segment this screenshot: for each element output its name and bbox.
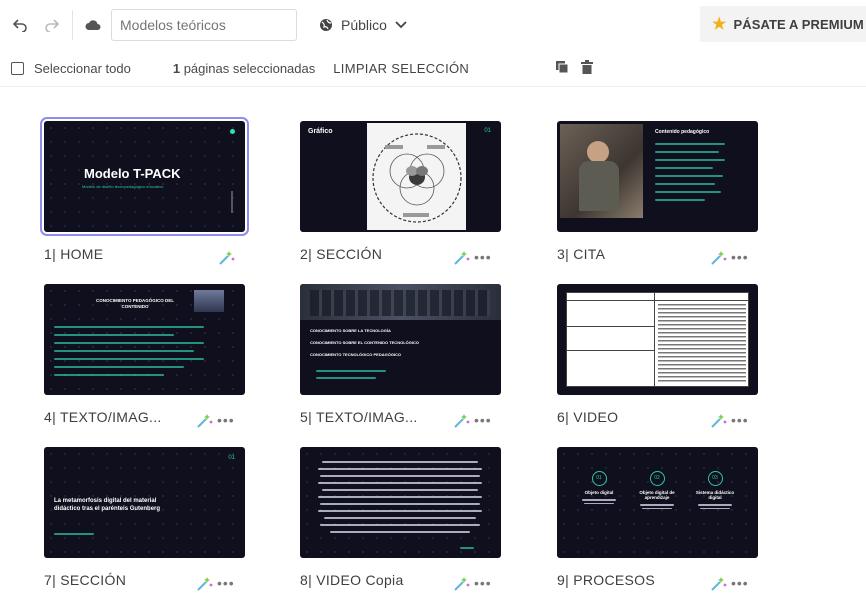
page-thumbnail-8[interactable] (300, 447, 501, 558)
more-options-icon[interactable]: ••• (474, 249, 492, 265)
clear-selection-button[interactable]: LIMPIAR SELECCIÓN (333, 61, 469, 76)
cloud-icon[interactable] (81, 13, 105, 37)
star-icon: ★ (712, 16, 727, 33)
toolbar-separator (0, 86, 866, 87)
top-toolbar: Público ★ PÁSATE A PREMIUM (0, 0, 866, 50)
page-thumbnail-6[interactable] (557, 284, 758, 395)
more-options-icon[interactable]: ••• (731, 249, 749, 265)
more-options-icon[interactable]: ••• (731, 575, 749, 591)
magic-wand-icon[interactable] (218, 249, 236, 265)
slide-heading: CONOCIMIENTO PEDAGÓGICO DEL CONTENIDO (96, 298, 174, 309)
step-number: 03 (707, 471, 723, 486)
toolbar-divider (72, 10, 73, 40)
selection-actions (555, 60, 593, 74)
globe-icon (320, 19, 332, 31)
visibility-dropdown[interactable]: Público (319, 17, 407, 33)
magic-wand-icon[interactable] (196, 412, 214, 428)
magic-wand-icon[interactable] (453, 412, 471, 428)
magic-wand-icon[interactable] (710, 412, 728, 428)
slide-title: La metamorfosis digital del material did… (54, 498, 161, 512)
magic-wand-icon[interactable] (196, 575, 214, 591)
page-thumbnail-3[interactable]: Contenido pedagógico (557, 121, 758, 232)
document-title-input[interactable] (111, 9, 297, 41)
page-label-7: 7| SECCIÓN (44, 572, 127, 588)
undo-icon[interactable] (8, 13, 32, 37)
slide-item-3: CONOCIMIENTO TECNOLÓGICO PEDAGÓGICO (310, 352, 402, 357)
page-label-8: 8| VIDEO Copia (300, 572, 404, 588)
step-number: 02 (649, 471, 665, 486)
page-thumbnail-4[interactable]: CONOCIMIENTO PEDAGÓGICO DEL CONTENIDO (44, 284, 245, 395)
page-label-3: 3| CITA (557, 246, 606, 262)
process-step-1: 01 Objeto digital (579, 471, 619, 504)
page-thumbnail-2[interactable]: Gráfico 01 (300, 121, 501, 232)
slide-subtitle: Modelo de diseño tecnopedagógico educati… (82, 184, 164, 189)
select-all-checkbox[interactable] (11, 61, 24, 75)
step-title: Sistema didáctico digital (695, 490, 735, 500)
more-options-icon[interactable]: ••• (474, 575, 492, 591)
trash-icon[interactable] (581, 60, 593, 74)
page-thumbnail-5[interactable]: CONOCIMIENTO SOBRE LA TECNOLOGÍA CONOCIM… (300, 284, 501, 395)
selection-bar: Seleccionar todo 1 páginas seleccionadas… (0, 54, 866, 82)
selected-count-text: páginas seleccionadas (183, 60, 316, 76)
slide-item-1: CONOCIMIENTO SOBRE LA TECNOLOGÍA (310, 328, 391, 333)
more-options-icon[interactable]: ••• (731, 412, 749, 428)
more-options-icon[interactable]: ••• (217, 575, 235, 591)
step-number: 01 (591, 471, 607, 486)
page-label-2: 2| SECCIÓN (300, 246, 383, 262)
step-title: Objeto digital de aprendizaje (639, 490, 675, 500)
step-title: Objeto digital (584, 490, 614, 495)
magic-wand-icon[interactable] (453, 249, 471, 265)
magic-wand-icon[interactable] (710, 575, 728, 591)
magic-wand-icon[interactable] (453, 575, 471, 591)
page-label-4: 4| TEXTO/IMAG... (44, 409, 162, 425)
slide-heading: Contenido pedagógico (655, 129, 710, 135)
redo-icon[interactable] (40, 13, 64, 37)
process-step-2: 02 Objeto digital de aprendizaje (637, 471, 677, 509)
process-step-3: 03 Sistema didáctico digital (695, 471, 735, 509)
select-all-label[interactable]: Seleccionar todo (34, 61, 131, 76)
page-label-6: 6| VIDEO (557, 409, 619, 425)
premium-button[interactable]: ★ PÁSATE A PREMIUM (700, 6, 866, 42)
magic-wand-icon[interactable] (710, 249, 728, 265)
page-thumbnail-1[interactable]: Modelo T-PACK Modelo de diseño tecnopeda… (40, 117, 249, 236)
duplicate-icon[interactable] (555, 60, 569, 74)
slide-item-2: CONOCIMIENTO SOBRE EL CONTENIDO TECNOLÓG… (310, 340, 419, 345)
page-label-1: 1| HOME (44, 246, 104, 262)
slide-number: 01 (484, 128, 491, 134)
selected-count-number: 1 (172, 60, 181, 76)
slide-number: 01 (228, 455, 235, 461)
page-label-5: 5| TEXTO/IMAG... (300, 409, 418, 425)
premium-label: PÁSATE A PREMIUM (733, 16, 864, 32)
more-options-icon[interactable]: ••• (217, 412, 235, 428)
slide-title: Modelo T-PACK (84, 166, 181, 181)
chevron-down-icon (395, 21, 407, 29)
slide-heading: Gráfico (308, 128, 333, 135)
visibility-label: Público (341, 17, 387, 33)
page-thumbnail-9[interactable]: 01 Objeto digital 02 Objeto digital de a… (557, 447, 758, 558)
page-label-9: 9| PROCESOS (557, 572, 655, 588)
page-thumbnail-7[interactable]: 01 La metamorfosis digital del material … (44, 447, 245, 558)
selected-count: 1 páginas seleccionadas (173, 61, 315, 76)
more-options-icon[interactable]: ••• (474, 412, 492, 428)
